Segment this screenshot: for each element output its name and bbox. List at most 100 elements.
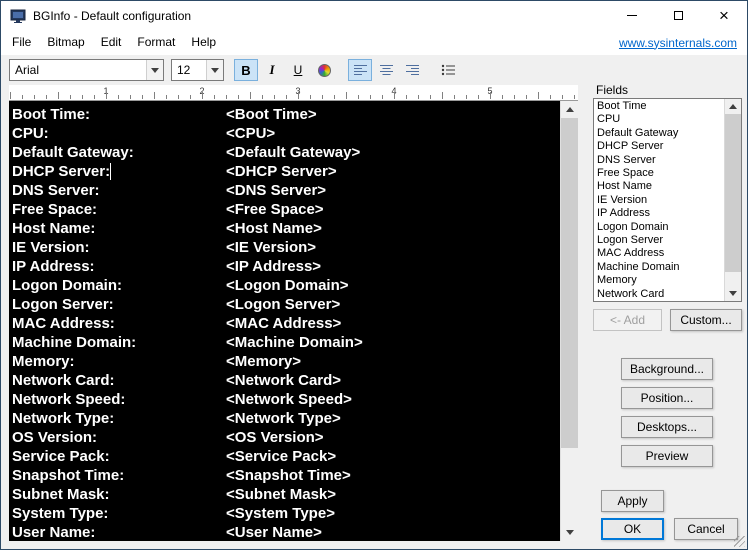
editor-field-label: IP Address: xyxy=(12,258,95,275)
editor-line: Snapshot Time: <Snapshot Time> xyxy=(12,467,560,486)
maximize-icon xyxy=(673,11,683,20)
scroll-up-icon[interactable] xyxy=(725,99,741,114)
editor-field-value: <Machine Domain> xyxy=(226,334,363,351)
field-item[interactable]: Default Gateway xyxy=(594,127,724,140)
close-button[interactable]: × xyxy=(701,1,747,30)
editor-field-value: <Network Type> xyxy=(226,410,341,427)
maximize-button[interactable] xyxy=(655,1,701,30)
bginfo-window: BGInfo - Default configuration × File Bit… xyxy=(0,0,748,550)
field-item[interactable]: Machine Domain xyxy=(594,261,724,274)
editor-field-label: Logon Server: xyxy=(12,296,114,313)
editor-field-label: Host Name: xyxy=(12,220,96,237)
field-item[interactable]: Network Card xyxy=(594,288,724,301)
align-right-button[interactable] xyxy=(400,59,424,81)
scroll-up-icon[interactable] xyxy=(561,101,578,118)
fields-list[interactable]: Boot Time CPU Default Gateway DHCP Server DN… xyxy=(593,98,742,302)
editor-field-label: OS Version: xyxy=(12,429,98,446)
menu-item-file[interactable]: File xyxy=(4,30,39,55)
editor-field-value: <Network Card> xyxy=(226,372,342,389)
align-left-button[interactable] xyxy=(348,59,372,81)
editor-line: User Name: <User Name> xyxy=(12,524,560,541)
editor-field-value: <MAC Address> xyxy=(226,315,342,332)
sysinternals-link[interactable]: www.sysinternals.com xyxy=(619,36,737,50)
editor-scrollbar-thumb[interactable] xyxy=(561,118,578,448)
field-item[interactable]: Boot Time xyxy=(594,100,724,113)
editor-line: Network Type: <Network Type> xyxy=(12,410,560,429)
title-bar: BGInfo - Default configuration × xyxy=(1,1,747,30)
scroll-down-icon[interactable] xyxy=(561,524,578,541)
field-item[interactable]: IP Address xyxy=(594,207,724,220)
align-center-icon xyxy=(379,65,393,75)
position-button[interactable]: Position... xyxy=(621,387,713,409)
window-title: BGInfo - Default configuration xyxy=(33,8,192,23)
editor-scrollbar[interactable] xyxy=(560,101,578,541)
bold-button[interactable]: B xyxy=(234,59,258,81)
editor-line: OS Version: <OS Version> xyxy=(12,429,560,448)
editor-field-value: <IP Address> xyxy=(226,258,322,275)
editor-field-value: <CPU> xyxy=(226,125,276,142)
app-icon xyxy=(10,8,26,24)
ruler: 1 2 3 4 5 xyxy=(9,85,578,101)
preview-button[interactable]: Preview xyxy=(621,445,713,467)
editor-field-value: <Host Name> xyxy=(226,220,322,237)
desktops-button[interactable]: Desktops... xyxy=(621,416,713,438)
field-item[interactable]: Memory xyxy=(594,274,724,287)
close-icon: × xyxy=(719,6,729,25)
field-item[interactable]: CPU xyxy=(594,113,724,126)
editor-line: System Type: <System Type> xyxy=(12,505,560,524)
editor-field-label: IE Version: xyxy=(12,239,90,256)
bold-icon: B xyxy=(241,62,251,78)
text-editor[interactable]: Boot Time: <Boot Time> CPU: <CPU> Default Ga… xyxy=(9,101,560,541)
scroll-down-icon[interactable] xyxy=(725,286,741,301)
editor-line: Logon Domain: <Logon Domain> xyxy=(12,277,560,296)
fields-scrollbar-thumb[interactable] xyxy=(725,114,741,272)
editor-field-label: Network Type: xyxy=(12,410,115,427)
resize-grip[interactable] xyxy=(734,536,745,547)
bullets-button[interactable] xyxy=(436,59,460,81)
background-button[interactable]: Background... xyxy=(621,358,713,380)
ruler-number: 1 xyxy=(103,86,109,96)
custom-field-button[interactable]: Custom... xyxy=(670,309,742,331)
cancel-button[interactable]: Cancel xyxy=(674,518,738,540)
underline-icon: U xyxy=(293,63,303,77)
editor-field-label: MAC Address: xyxy=(12,315,115,332)
apply-button[interactable]: Apply xyxy=(601,490,664,512)
align-center-button[interactable] xyxy=(374,59,398,81)
field-item[interactable]: IE Version xyxy=(594,194,724,207)
menu-item-bitmap[interactable]: Bitmap xyxy=(39,30,92,55)
editor-field-label: Network Card: xyxy=(12,372,115,389)
editor-line: IE Version: <IE Version> xyxy=(12,239,560,258)
editor-line: Host Name: <Host Name> xyxy=(12,220,560,239)
minimize-button[interactable] xyxy=(609,1,655,30)
ok-button[interactable]: OK xyxy=(601,518,664,540)
editor-field-label: Service Pack: xyxy=(12,448,110,465)
field-item[interactable]: Free Space xyxy=(594,167,724,180)
fields-scrollbar[interactable] xyxy=(724,99,741,301)
font-family-select[interactable]: Arial xyxy=(9,59,164,81)
menu-item-help[interactable]: Help xyxy=(183,30,224,55)
field-item[interactable]: DHCP Server xyxy=(594,140,724,153)
editor-field-label: Subnet Mask: xyxy=(12,486,110,503)
editor-line: Subnet Mask: <Subnet Mask> xyxy=(12,486,560,505)
text-color-button[interactable] xyxy=(312,59,336,81)
ruler-number: 4 xyxy=(391,86,397,96)
italic-button[interactable]: I xyxy=(260,59,284,81)
editor-field-label: Machine Domain: xyxy=(12,334,137,351)
field-item[interactable]: Host Name xyxy=(594,180,724,193)
font-size-select[interactable]: 12 xyxy=(171,59,224,81)
menu-item-edit[interactable]: Edit xyxy=(93,30,130,55)
editor-line: CPU: <CPU> xyxy=(12,125,560,144)
field-item[interactable]: Logon Domain xyxy=(594,221,724,234)
field-item[interactable]: DNS Server xyxy=(594,154,724,167)
fields-label: Fields xyxy=(596,83,629,97)
ruler-number: 2 xyxy=(199,86,205,96)
underline-button[interactable]: U xyxy=(286,59,310,81)
align-right-icon xyxy=(405,65,419,75)
editor-field-label: Logon Domain: xyxy=(12,277,122,294)
ruler-number: 3 xyxy=(295,86,301,96)
editor-field-value: <DHCP Server> xyxy=(226,163,337,180)
field-item[interactable]: Logon Server xyxy=(594,234,724,247)
editor-content: Boot Time: <Boot Time> CPU: <CPU> Default Ga… xyxy=(9,101,560,541)
menu-item-format[interactable]: Format xyxy=(129,30,183,55)
field-item[interactable]: MAC Address xyxy=(594,247,724,260)
